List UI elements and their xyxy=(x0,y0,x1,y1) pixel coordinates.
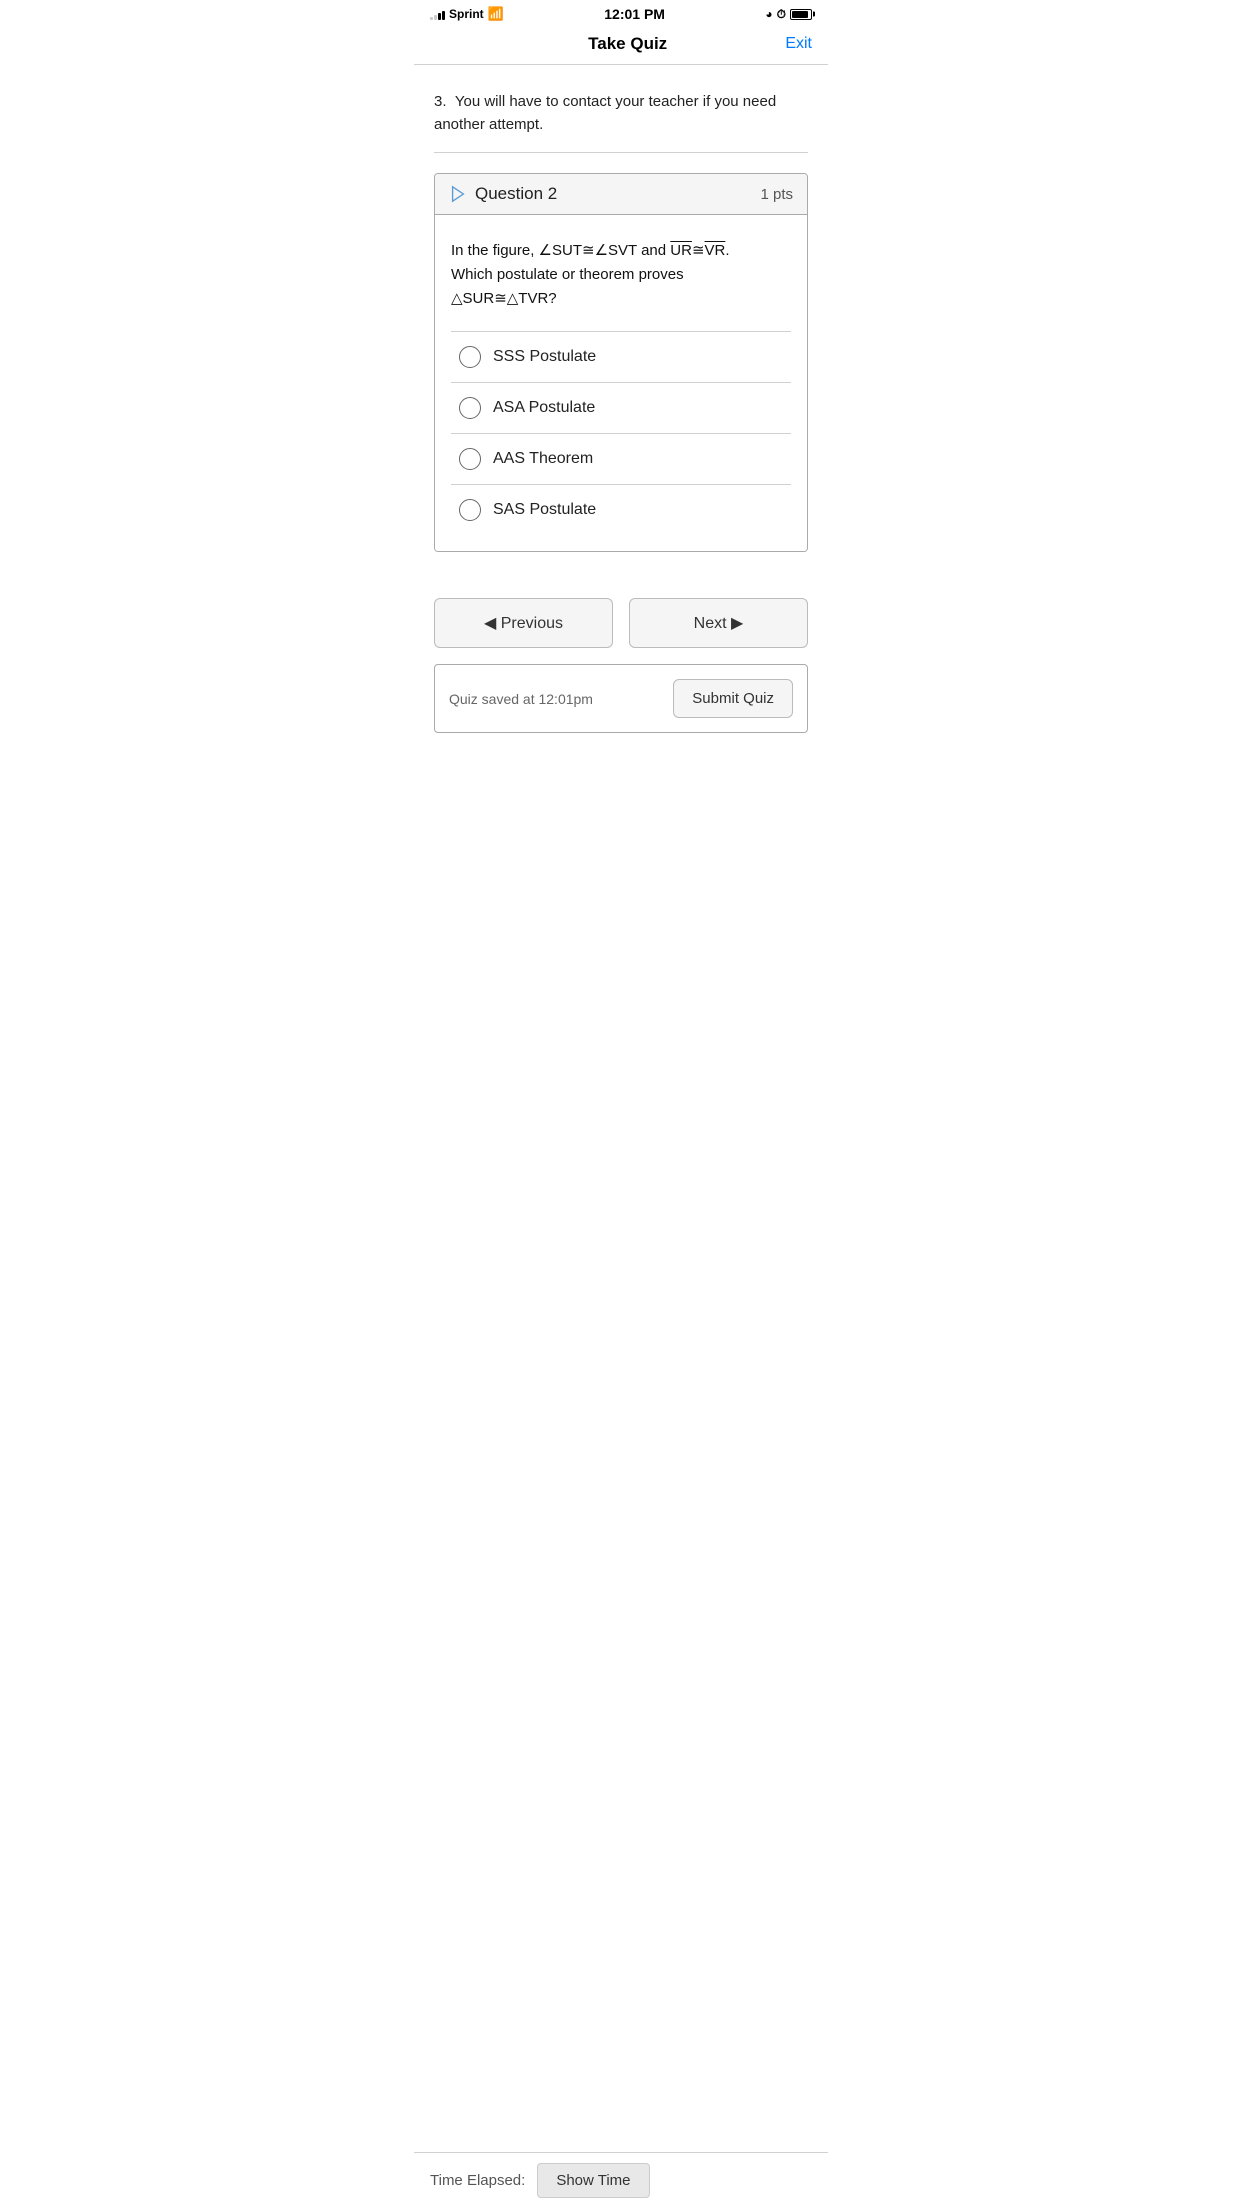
answer-options: SSS Postulate ASA Postulate AAS Theorem … xyxy=(451,331,791,535)
answer-option-3[interactable]: AAS Theorem xyxy=(451,434,791,485)
instruction-number: 3. xyxy=(434,93,447,110)
status-bar: Sprint 📶 12:01 PM ◕ ⏱ xyxy=(414,0,828,26)
answer-option-1[interactable]: SSS Postulate xyxy=(451,332,791,383)
question-points: 1 pts xyxy=(760,186,793,203)
status-time: 12:01 PM xyxy=(604,6,665,22)
save-status-text: Quiz saved at 12:01pm xyxy=(449,691,593,707)
question-line1: In the figure, ∠SUT≅∠SVT and UR≅VR. xyxy=(451,242,730,259)
status-left: Sprint 📶 xyxy=(430,6,504,22)
time-elapsed-label: Time Elapsed: xyxy=(430,2172,525,2189)
instructions-item: 3. You will have to contact your teacher… xyxy=(434,81,808,153)
flag-icon xyxy=(449,185,467,203)
answer-label-2: ASA Postulate xyxy=(493,399,595,417)
question-body: In the figure, ∠SUT≅∠SVT and UR≅VR. Whic… xyxy=(435,215,807,551)
content-area: 3. You will have to contact your teacher… xyxy=(414,65,828,588)
nav-buttons: ◀ Previous Next ▶ xyxy=(414,588,828,664)
answer-label-4: SAS Postulate xyxy=(493,501,596,519)
page-title: Take Quiz xyxy=(588,34,667,54)
previous-button[interactable]: ◀ Previous xyxy=(434,598,613,648)
question-text: In the figure, ∠SUT≅∠SVT and UR≅VR. Whic… xyxy=(451,239,791,311)
radio-asa[interactable] xyxy=(459,397,481,419)
next-button[interactable]: Next ▶ xyxy=(629,598,808,648)
question-line2: Which postulate or theorem proves △SUR≅△… xyxy=(451,266,684,307)
overline-vr: VR xyxy=(705,242,726,259)
footer-bar: Time Elapsed: Show Time xyxy=(414,2152,828,2208)
question-card: Question 2 1 pts In the figure, ∠SUT≅∠SV… xyxy=(434,173,808,552)
exit-button[interactable]: Exit xyxy=(785,35,812,53)
orientation-icon: ◕ xyxy=(765,7,772,21)
wifi-icon: 📶 xyxy=(488,6,504,22)
save-bar: Quiz saved at 12:01pm Submit Quiz xyxy=(434,664,808,733)
answer-option-2[interactable]: ASA Postulate xyxy=(451,383,791,434)
radio-sas[interactable] xyxy=(459,499,481,521)
instruction-text: You will have to contact your teacher if… xyxy=(434,93,776,133)
overline-ur: UR xyxy=(670,242,692,259)
alarm-icon: ⏱ xyxy=(777,7,786,22)
radio-aas[interactable] xyxy=(459,448,481,470)
nav-bar: Take Quiz Exit xyxy=(414,26,828,65)
status-right: ◕ ⏱ xyxy=(765,7,812,22)
answer-label-3: AAS Theorem xyxy=(493,450,593,468)
radio-sss[interactable] xyxy=(459,346,481,368)
carrier-label: Sprint xyxy=(449,7,484,21)
answer-option-4[interactable]: SAS Postulate xyxy=(451,485,791,535)
question-label: Question 2 xyxy=(475,184,557,204)
show-time-button[interactable]: Show Time xyxy=(537,2163,649,2198)
signal-icon xyxy=(430,8,445,20)
answer-label-1: SSS Postulate xyxy=(493,348,596,366)
question-header: Question 2 1 pts xyxy=(435,174,807,215)
submit-quiz-button[interactable]: Submit Quiz xyxy=(673,679,793,718)
battery-icon xyxy=(790,9,812,20)
